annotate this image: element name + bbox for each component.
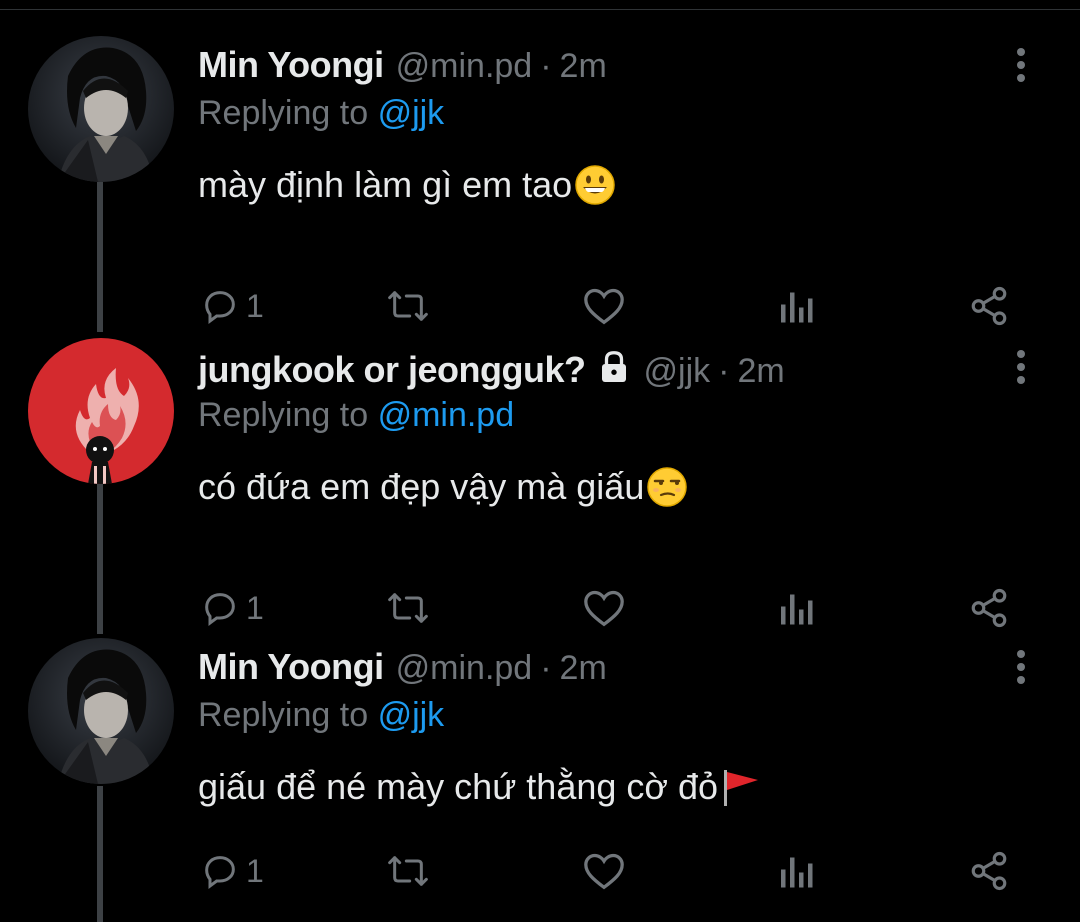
separator-dot: · xyxy=(540,649,552,687)
mention-link[interactable]: @jjk xyxy=(378,94,445,132)
replying-to: Replying to @jjk xyxy=(198,696,444,735)
heart-icon xyxy=(582,286,626,326)
retweet-button[interactable] xyxy=(386,583,430,633)
reply-button[interactable]: 1 xyxy=(200,583,264,633)
tweet-text: giấu để né mày chứ thằng cờ đỏ xyxy=(198,766,762,808)
tweet-text: có đứa em đẹp vậy mà giấu xyxy=(198,466,688,508)
reply-icon xyxy=(200,851,240,891)
unamused-face-emoji xyxy=(646,466,688,508)
tweet-body: giấu để né mày chứ thằng cờ đỏ xyxy=(198,766,719,807)
heart-icon xyxy=(582,588,626,628)
thread-screen: Min Yoongi @min.pd · 2m Replying to @jjk… xyxy=(0,0,1080,922)
replying-prefix: Replying to xyxy=(198,94,369,132)
reply-icon xyxy=(200,588,240,628)
timestamp[interactable]: 2m xyxy=(560,649,607,688)
timestamp[interactable]: 2m xyxy=(737,352,784,391)
top-divider xyxy=(0,0,1080,10)
share-icon xyxy=(968,850,1010,892)
like-button[interactable] xyxy=(582,846,626,896)
analytics-icon xyxy=(778,286,814,326)
retweet-button[interactable] xyxy=(386,281,430,331)
reply-icon xyxy=(200,286,240,326)
share-button[interactable] xyxy=(968,281,1010,331)
replying-prefix: Replying to xyxy=(198,396,369,434)
tweet-header: jungkook or jeongguk? @jjk · 2m xyxy=(198,346,785,396)
tweet-actions: 1 xyxy=(198,281,1028,331)
reply-button[interactable]: 1 xyxy=(200,281,264,331)
mention-link[interactable]: @min.pd xyxy=(378,396,515,434)
display-name[interactable]: Min Yoongi xyxy=(198,646,384,688)
tweet-item[interactable]: jungkook or jeongguk? @jjk · 2m Replying… xyxy=(0,338,1080,640)
tweet-body: có đứa em đẹp vậy mà giấu xyxy=(198,466,645,507)
grinning-face-emoji xyxy=(574,164,616,206)
analytics-icon xyxy=(778,851,814,891)
reply-count: 1 xyxy=(246,287,264,324)
retweet-button[interactable] xyxy=(386,846,430,896)
portrait-avatar-icon[interactable] xyxy=(28,36,174,182)
retweet-icon xyxy=(386,588,430,628)
lock-icon xyxy=(596,349,632,390)
replying-to: Replying to @min.pd xyxy=(198,396,514,435)
share-button[interactable] xyxy=(968,583,1010,633)
tweet-body: mày định làm gì em tao xyxy=(198,164,573,205)
tweet-header: Min Yoongi @min.pd · 2m xyxy=(198,44,607,94)
user-handle[interactable]: @min.pd xyxy=(396,47,533,86)
separator-dot: · xyxy=(718,352,730,390)
retweet-icon xyxy=(386,851,430,891)
views-button[interactable] xyxy=(778,583,814,633)
portrait-avatar-icon[interactable] xyxy=(28,638,174,784)
red-flame-avatar-icon[interactable] xyxy=(28,338,174,484)
views-button[interactable] xyxy=(778,281,814,331)
like-button[interactable] xyxy=(582,583,626,633)
user-handle[interactable]: @jjk xyxy=(644,352,711,391)
red-flag-emoji xyxy=(720,766,762,808)
user-handle[interactable]: @min.pd xyxy=(396,649,533,688)
tweet-actions: 1 xyxy=(198,846,1028,896)
like-button[interactable] xyxy=(582,281,626,331)
display-name[interactable]: Min Yoongi xyxy=(198,44,384,86)
reply-count: 1 xyxy=(246,589,264,626)
timestamp[interactable]: 2m xyxy=(560,47,607,86)
views-button[interactable] xyxy=(778,846,814,896)
heart-icon xyxy=(582,851,626,891)
tweet-text: mày định làm gì em tao xyxy=(198,164,616,206)
more-options-icon[interactable] xyxy=(1006,348,1036,388)
separator-dot: · xyxy=(540,47,552,85)
display-name[interactable]: jungkook or jeongguk? xyxy=(198,349,586,391)
tweet-actions: 1 xyxy=(198,583,1028,633)
replying-prefix: Replying to xyxy=(198,696,369,734)
analytics-icon xyxy=(778,588,814,628)
tweet-item[interactable]: Min Yoongi @min.pd · 2m Replying to @jjk… xyxy=(0,36,1080,338)
share-button[interactable] xyxy=(968,846,1010,896)
reply-count: 1 xyxy=(246,852,264,889)
mention-link[interactable]: @jjk xyxy=(378,696,445,734)
tweet-item[interactable]: Min Yoongi @min.pd · 2m Replying to @jjk… xyxy=(0,638,1080,922)
reply-button[interactable]: 1 xyxy=(200,846,264,896)
share-icon xyxy=(968,587,1010,629)
more-options-icon[interactable] xyxy=(1006,648,1036,688)
tweet-header: Min Yoongi @min.pd · 2m xyxy=(198,646,607,696)
replying-to: Replying to @jjk xyxy=(198,94,444,133)
share-icon xyxy=(968,285,1010,327)
retweet-icon xyxy=(386,286,430,326)
more-options-icon[interactable] xyxy=(1006,46,1036,86)
